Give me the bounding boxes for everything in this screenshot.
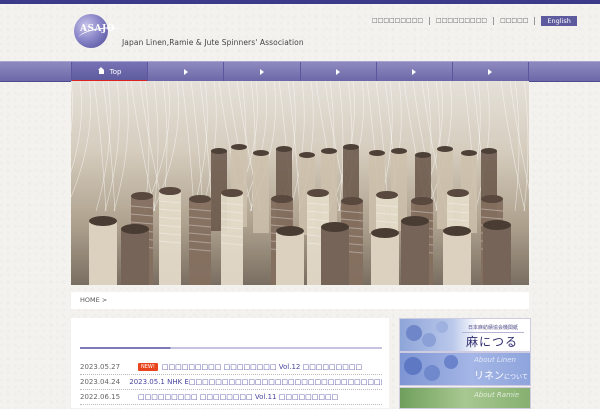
logo-text: ASAJO <box>80 24 116 34</box>
nav-item-top[interactable]: Top <box>71 62 148 82</box>
banner-script-text: About Linen <box>474 356 516 364</box>
news-item[interactable]: 2023.04.24 2023.05.1 NHK E□□□□□□□□□□□□□□… <box>80 375 382 390</box>
news-date: 2023.04.24 <box>80 378 121 386</box>
flower-decoration <box>424 365 440 381</box>
organization-name: Japan Linen,Ramie & Jute Spinners' Assoc… <box>122 38 304 47</box>
flower-decoration <box>406 325 422 341</box>
top-accent-bar <box>0 0 600 4</box>
news-item[interactable]: 2023.05.27 NEW! □□□□□□□□□ □□□□□□□□ Vol.1… <box>80 360 382 375</box>
arrow-right-icon <box>412 68 417 75</box>
nav-item-6[interactable] <box>451 62 530 81</box>
news-panel: 2023.05.27 NEW! □□□□□□□□□ □□□□□□□□ Vol.1… <box>71 318 389 408</box>
arrow-right-icon <box>259 68 264 75</box>
nav-item-label: Top <box>109 67 122 76</box>
nav-item-4[interactable] <box>299 62 376 81</box>
nav-item-5[interactable] <box>375 62 452 81</box>
banner-about-ramie[interactable]: About Ramie <box>399 387 531 409</box>
home-icon <box>97 66 105 75</box>
arrow-right-icon <box>488 68 493 75</box>
flower-decoration <box>404 357 422 375</box>
banner-script-text: About Ramie <box>474 391 520 399</box>
nav-item-3[interactable] <box>223 62 299 81</box>
utility-links: □□□□□□□□□ □□□□□□□□□ □□□□□ English <box>366 16 577 26</box>
banner-title: 麻につるる <box>466 335 519 349</box>
flower-decoration <box>436 321 448 333</box>
news-title[interactable]: □□□□□□□□□ □□□□□□□□ Vol.12 □□□□□□□□□ <box>162 363 362 371</box>
news-date: 2023.05.27 <box>80 363 121 371</box>
new-badge: NEW! <box>138 363 158 371</box>
flower-decoration <box>422 333 436 347</box>
util-link-1[interactable]: □□□□□□□□□ <box>366 17 429 25</box>
banner-about-linen[interactable]: About Linen リネンについて <box>399 352 531 386</box>
util-link-2[interactable]: □□□□□□□□□ <box>429 17 493 25</box>
arrow-right-icon <box>183 68 188 75</box>
news-item[interactable]: 2022.06.15 □□□□□□□□□ □□□□□□□□ Vol.11 □□□… <box>80 390 382 405</box>
arrow-right-icon <box>336 68 341 75</box>
util-link-3[interactable]: □□□□□ <box>493 17 536 25</box>
spools-illustration <box>71 81 529 285</box>
asajo-logo[interactable]: ASAJO <box>74 14 125 48</box>
global-nav: Top <box>0 61 600 82</box>
banner-label: 日本麻紡績協会機関紙 <box>462 324 524 333</box>
news-heading-rule <box>80 347 382 349</box>
breadcrumb: HOME > <box>71 292 529 309</box>
flower-decoration <box>444 355 458 369</box>
banner-asa-newsletter[interactable]: 日本麻紡績協会機関紙 麻につるる <box>399 318 531 352</box>
nav-item-2[interactable] <box>147 62 223 81</box>
banner-title: リネンについて <box>474 371 528 382</box>
hero-image-spools <box>71 81 529 285</box>
english-button[interactable]: English <box>541 16 577 26</box>
breadcrumb-home-link[interactable]: HOME > <box>80 296 107 304</box>
news-title[interactable]: 2023.05.1 NHK E□□□□□□□□□□□□□□□□□□□□□□□□□… <box>129 378 382 386</box>
